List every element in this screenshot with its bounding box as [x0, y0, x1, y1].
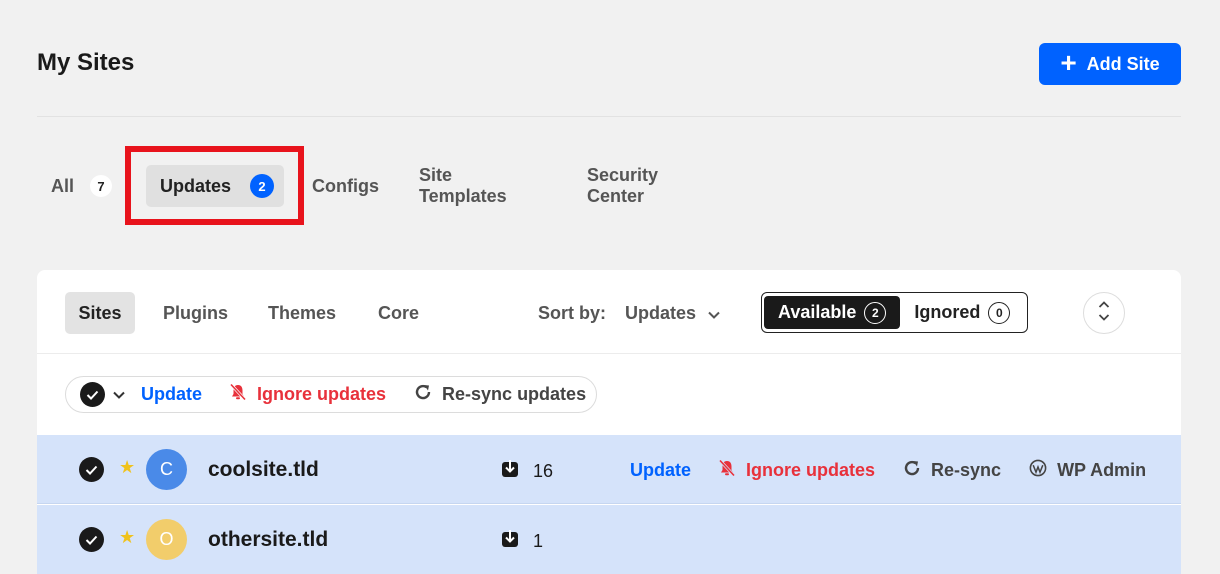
bulk-ignore-updates-button[interactable]: Ignore updates: [229, 383, 386, 406]
avatar: C: [146, 449, 187, 490]
bulk-update-button[interactable]: Update: [141, 384, 202, 405]
tab-security-center-label: Security Center: [587, 165, 659, 206]
header-divider: [37, 116, 1181, 117]
tab-all[interactable]: All 7: [51, 165, 113, 207]
plus-icon: +: [1060, 46, 1077, 78]
tab-all-count-badge: 7: [90, 175, 113, 197]
bell-slash-icon: [229, 383, 257, 406]
bulk-actions-bar: Update Ignore updates Re-sync updates: [65, 376, 597, 413]
tab-security-center[interactable]: Security Center: [587, 165, 658, 207]
avatar: O: [146, 519, 187, 560]
tab-site-templates[interactable]: Site Templates: [419, 165, 507, 207]
update-count: 16: [501, 459, 553, 483]
filter-tab-plugins[interactable]: Plugins: [163, 292, 228, 334]
site-name[interactable]: othersite.tld: [208, 528, 328, 552]
star-icon[interactable]: ★: [119, 527, 135, 548]
select-all-checkbox[interactable]: [80, 382, 105, 407]
toggle-ignored-label: Ignored: [914, 302, 981, 322]
sort-value: Updates: [625, 303, 697, 323]
toggle-ignored-count: 0: [988, 301, 1011, 324]
availability-toggle: Available 2 Ignored 0: [761, 292, 1028, 333]
updates-panel: Sites Plugins Themes Core Sort by: Updat…: [37, 270, 1181, 574]
refresh-icon: [903, 459, 931, 482]
expand-collapse-icon: [1098, 300, 1110, 327]
refresh-icon: [414, 383, 442, 406]
resync-button[interactable]: Re-sync: [903, 459, 1001, 482]
wp-admin-label: WP Admin: [1057, 460, 1147, 480]
site-name[interactable]: coolsite.tld: [208, 458, 319, 482]
highlight-box: [125, 146, 304, 225]
bulk-ignore-updates-label: Ignore updates: [257, 384, 387, 404]
site-row-checkbox[interactable]: [79, 527, 104, 552]
sort-select[interactable]: Updates: [625, 303, 720, 324]
tab-all-label: All: [51, 175, 75, 196]
update-count-value: 16: [533, 460, 554, 481]
toggle-available-label: Available: [778, 302, 857, 322]
site-row-checkbox[interactable]: [79, 457, 104, 482]
expand-collapse-button[interactable]: [1083, 292, 1125, 334]
wordpress-icon: [1029, 459, 1057, 482]
update-count: 1: [501, 529, 543, 553]
add-site-button[interactable]: + Add Site: [1039, 43, 1181, 85]
tab-configs[interactable]: Configs: [312, 165, 379, 207]
ignore-updates-label: Ignore updates: [746, 460, 876, 480]
bulk-resync-label: Re-sync updates: [442, 384, 587, 404]
site-row[interactable]: ★ C coolsite.tld 16 Update Ignore update…: [37, 435, 1181, 504]
toggle-available[interactable]: Available 2: [764, 296, 901, 329]
bell-slash-icon: [718, 459, 746, 482]
add-site-label: Add Site: [1086, 53, 1160, 74]
chevron-down-icon[interactable]: [113, 391, 125, 399]
download-icon: [501, 459, 519, 483]
download-icon: [501, 529, 519, 553]
resync-label: Re-sync: [931, 460, 1002, 480]
chevron-down-icon: [708, 303, 720, 324]
site-row[interactable]: ★ O othersite.tld 1: [37, 505, 1181, 574]
filter-tab-themes[interactable]: Themes: [268, 292, 336, 334]
filter-tab-core[interactable]: Core: [378, 292, 419, 334]
toggle-ignored[interactable]: Ignored 0: [900, 296, 1024, 329]
tab-configs-label: Configs: [312, 175, 379, 196]
ignore-updates-button[interactable]: Ignore updates: [718, 459, 875, 482]
page-title: My Sites: [37, 49, 135, 76]
update-count-value: 1: [533, 530, 544, 551]
bulk-resync-button[interactable]: Re-sync updates: [414, 383, 586, 406]
tab-site-templates-label: Site Templates: [419, 165, 507, 206]
wp-admin-link[interactable]: WP Admin: [1029, 459, 1146, 482]
update-button[interactable]: Update: [630, 460, 691, 481]
filter-bar: Sites Plugins Themes Core Sort by: Updat…: [37, 270, 1181, 354]
filter-tab-sites[interactable]: Sites: [65, 292, 135, 334]
toggle-available-count: 2: [864, 301, 887, 324]
star-icon[interactable]: ★: [119, 457, 135, 478]
sort-label: Sort by:: [538, 303, 607, 323]
row-actions: Update Ignore updates Re-sync WP Admin: [630, 459, 1146, 482]
